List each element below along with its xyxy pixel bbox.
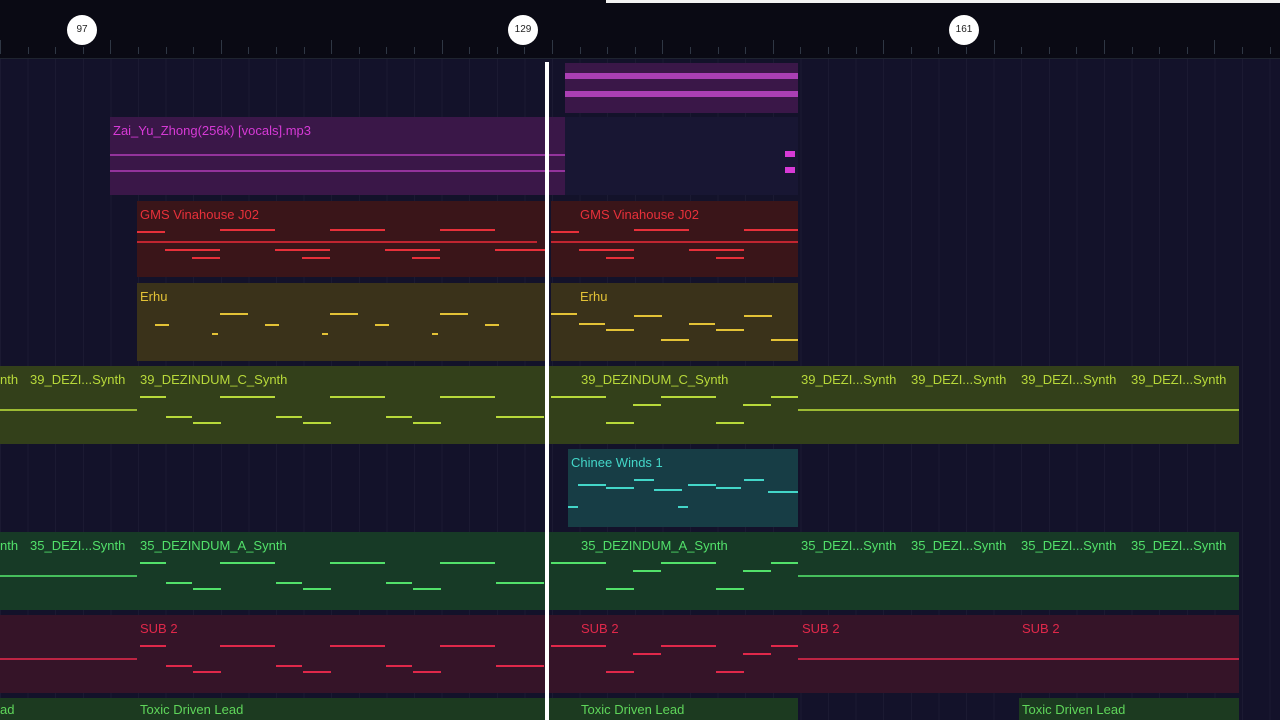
ruler-tick <box>634 47 636 54</box>
ruler-tick <box>883 40 885 54</box>
ruler-tick <box>1076 47 1078 54</box>
clip-label-synth39-d: 39_DEZI...Synth <box>801 372 897 387</box>
clip-label-synth39-cut: nth <box>0 372 19 387</box>
pattern-clip-lead-2[interactable]: Toxic Driven Lead <box>1019 698 1239 720</box>
ruler-tick <box>579 47 581 54</box>
ruler-tick <box>138 47 139 54</box>
ruler-tick <box>1021 47 1023 54</box>
clip-label-synth39-c: 39_DEZINDUM_C_Synth <box>581 372 729 387</box>
ruler-tick <box>1048 47 1050 54</box>
clip-label-sub-a: SUB 2 <box>140 621 178 636</box>
ruler-tick <box>1159 47 1161 54</box>
ruler-tick <box>607 47 609 54</box>
ruler-tick <box>717 47 719 54</box>
pattern-clip-lead-1[interactable]: ad Toxic Driven Lead Toxic Driven Lead <box>0 698 798 720</box>
ruler-tick <box>441 40 443 54</box>
ruler-tick <box>414 47 415 54</box>
ruler-tick <box>303 47 305 54</box>
scroll-indicator[interactable] <box>606 0 1280 3</box>
timeline-ruler[interactable]: 97 129 161 <box>0 0 1280 59</box>
ruler-tick <box>1214 40 1216 54</box>
clip-label-synth39-e: 39_DEZI...Synth <box>911 372 1007 387</box>
ruler-tick <box>855 47 857 54</box>
ruler-tick <box>276 47 277 54</box>
clip-label-synth35-f: 35_DEZI...Synth <box>1021 538 1117 553</box>
clip-label-erhu-2: Erhu <box>580 289 608 304</box>
pattern-clip-erhu-2[interactable]: Erhu <box>551 283 798 361</box>
clip-label-winds: Chinee Winds 1 <box>571 455 663 470</box>
clip-label-synth35-d: 35_DEZI...Synth <box>801 538 897 553</box>
pattern-clip-synth39-row[interactable]: nth 39_DEZI...Synth 39_DEZINDUM_C_Synth … <box>0 366 1239 444</box>
ruler-tick <box>552 40 553 54</box>
ruler-tick <box>27 47 29 54</box>
ruler-tick <box>966 47 967 54</box>
ruler-tick <box>331 40 333 54</box>
pattern-clip-synth35-row[interactable]: nth 35_DEZI...Synth 35_DEZINDUM_A_Synth … <box>0 532 1239 610</box>
playhead[interactable] <box>545 62 549 720</box>
ruler-tick <box>496 47 498 54</box>
ruler-tick <box>745 47 747 54</box>
clip-label-vinahouse: GMS Vinahouse J02 <box>140 207 259 222</box>
ruler-tick <box>690 47 691 54</box>
ruler-tick <box>82 47 84 54</box>
clip-label-synth39-b: 39_DEZINDUM_C_Synth <box>140 372 288 387</box>
ruler-tick <box>524 47 526 54</box>
clip-label-lead-a: Toxic Driven Lead <box>140 702 244 717</box>
clip-label-erhu: Erhu <box>140 289 168 304</box>
ruler-tick <box>248 47 250 54</box>
pattern-clip-erhu-1[interactable]: Erhu <box>137 283 547 361</box>
clip-label-lead-b: Toxic Driven Lead <box>581 702 685 717</box>
pattern-clip-vinahouse-2[interactable]: GMS Vinahouse J02 <box>551 201 798 277</box>
ruler-tick <box>386 47 388 54</box>
clip-label-sub-b: SUB 2 <box>581 621 619 636</box>
clip-label-synth39-f: 39_DEZI...Synth <box>1021 372 1117 387</box>
clip-label-lead-cut: ad <box>0 702 15 717</box>
ruler-tick <box>469 47 471 54</box>
ruler-tick <box>800 47 802 54</box>
clip-label-lead-c: Toxic Driven Lead <box>1022 702 1126 717</box>
audio-clip-vocals-dark[interactable] <box>565 117 798 195</box>
clip-label-synth35-a: 35_DEZI...Synth <box>30 538 126 553</box>
ruler-tick <box>1104 40 1105 54</box>
pattern-clip-sub-row[interactable]: SUB 2 SUB 2 SUB 2 SUB 2 <box>0 615 1239 693</box>
ruler-tick <box>165 47 167 54</box>
clip-label-vocals: Zai_Yu_Zhong(256k) [vocals].mp3 <box>113 123 311 138</box>
clip-label-sub-d: SUB 2 <box>1022 621 1060 636</box>
ruler-tick <box>662 40 664 54</box>
playlist-arrangement[interactable]: Zai_Yu_Zhong(256k) [vocals].mp3 GMS Vina… <box>0 59 1280 720</box>
ruler-tick <box>55 47 57 54</box>
ruler-tick <box>358 47 360 54</box>
audio-clip-vocals[interactable]: Zai_Yu_Zhong(256k) [vocals].mp3 <box>110 117 565 195</box>
pattern-clip-vinahouse-1[interactable]: GMS Vinahouse J02 <box>137 201 547 277</box>
ruler-tick <box>1242 47 1243 54</box>
bar-marker-161[interactable]: 161 <box>949 15 979 45</box>
ruler-tick <box>1186 47 1188 54</box>
clip-label-synth35-cut: nth <box>0 538 19 553</box>
pattern-clip-winds[interactable]: Chinee Winds 1 <box>568 449 798 527</box>
ruler-tick <box>0 40 1 54</box>
audio-clip-vocals-top[interactable] <box>565 63 798 113</box>
clip-label-sub-c: SUB 2 <box>802 621 840 636</box>
clip-label-synth39-a: 39_DEZI...Synth <box>30 372 126 387</box>
clip-label-synth35-b: 35_DEZINDUM_A_Synth <box>140 538 287 553</box>
clip-label-synth35-c: 35_DEZINDUM_A_Synth <box>581 538 728 553</box>
clip-label-synth35-g: 35_DEZI...Synth <box>1131 538 1227 553</box>
clip-label-synth39-g: 39_DEZI...Synth <box>1131 372 1227 387</box>
ruler-tick <box>1269 47 1271 54</box>
ruler-tick <box>220 40 222 54</box>
ruler-tick <box>828 47 829 54</box>
ruler-tick <box>910 47 912 54</box>
ruler-tick <box>1131 47 1133 54</box>
ruler-tick <box>993 40 995 54</box>
bar-marker-129[interactable]: 129 <box>508 15 538 45</box>
clip-label-vinahouse-2: GMS Vinahouse J02 <box>580 207 699 222</box>
clip-label-synth35-e: 35_DEZI...Synth <box>911 538 1007 553</box>
ruler-tick <box>110 40 112 54</box>
bar-marker-97[interactable]: 97 <box>67 15 97 45</box>
ruler-tick <box>938 47 940 54</box>
ruler-tick <box>772 40 774 54</box>
ruler-tick <box>193 47 195 54</box>
